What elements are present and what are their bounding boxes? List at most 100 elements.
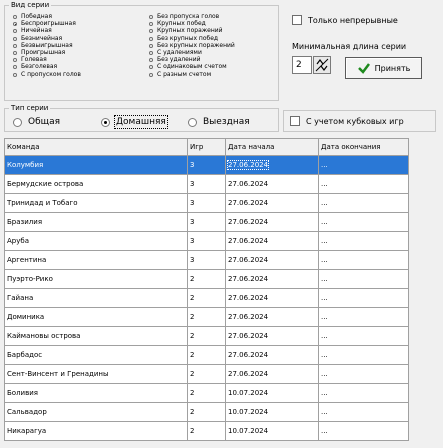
radio-button[interactable] [149, 36, 153, 41]
table-row[interactable]: Каймановы острова 2 27.06.2024... [4, 326, 409, 346]
games-cell[interactable]: 2 [187, 307, 226, 327]
start-date-cell[interactable]: 27.06.2024 [225, 231, 319, 251]
radio-button[interactable] [101, 117, 110, 127]
start-date-cell[interactable]: 27.06.2024 [225, 193, 319, 213]
series-type-option[interactable]: Домашняя [101, 115, 168, 129]
end-date-cell[interactable]: ... [318, 345, 409, 365]
table-row[interactable]: Гайана 2 27.06.2024... [4, 288, 409, 308]
radio-button[interactable] [13, 65, 17, 70]
series-kind-option[interactable]: Безвыигрышная [13, 42, 73, 49]
end-date-cell[interactable]: ... [318, 326, 409, 346]
series-kind-option[interactable]: Без удалений [149, 57, 201, 63]
games-cell[interactable]: 2 [187, 326, 226, 346]
team-cell[interactable]: Аруба [4, 231, 188, 251]
start-date-cell[interactable]: 27.06.2024 [225, 212, 319, 232]
end-date-cell[interactable]: ... [318, 364, 409, 384]
team-cell[interactable]: Доминика [4, 307, 188, 327]
start-date-cell[interactable]: 27.06.2024 [225, 288, 319, 308]
games-cell[interactable]: 2 [187, 383, 226, 403]
only-continuous-box[interactable] [292, 15, 302, 25]
end-date-cell[interactable]: ... [318, 193, 409, 213]
games-cell[interactable]: 2 [187, 269, 226, 289]
radio-button[interactable] [188, 117, 197, 127]
radio-button[interactable] [149, 65, 153, 70]
table-row[interactable]: Колумбия 3 27.06.2024... [4, 155, 409, 175]
team-cell[interactable]: Барбадос [4, 345, 188, 365]
column-header-end-date[interactable]: Дата окончания [318, 138, 409, 156]
end-date-cell[interactable]: ... [318, 402, 409, 422]
series-kind-option[interactable]: С пропуском голов [13, 71, 81, 78]
table-row[interactable]: Сальвадор 2 10.07.2024... [4, 402, 409, 422]
team-cell[interactable]: Сент-Винсент и Гренадины [4, 364, 188, 384]
games-cell[interactable]: 2 [187, 421, 226, 441]
table-row[interactable]: Барбадос 2 27.06.2024... [4, 345, 409, 365]
team-cell[interactable]: Тринидад и Тобаго [4, 193, 188, 213]
games-cell[interactable]: 2 [187, 402, 226, 422]
games-cell[interactable]: 2 [187, 364, 226, 384]
team-cell[interactable]: Колумбия [4, 155, 188, 175]
end-date-cell[interactable]: ... [318, 307, 409, 327]
series-kind-option[interactable]: С одинаковым счетом [149, 64, 227, 70]
only-continuous-checkbox[interactable]: Только непрерывные [292, 15, 398, 25]
table-row[interactable]: Доминика 2 27.06.2024... [4, 307, 409, 327]
series-kind-option[interactable]: С удалениями [149, 50, 202, 56]
games-cell[interactable]: 2 [187, 288, 226, 308]
start-date-cell[interactable]: 27.06.2024 [225, 174, 319, 194]
radio-button[interactable] [13, 117, 22, 127]
start-date-cell[interactable]: 27.06.2024 [225, 269, 319, 289]
radio-button[interactable] [13, 58, 17, 63]
series-kind-option[interactable]: Голевая [13, 57, 47, 63]
min-length-spin-button[interactable] [313, 56, 331, 74]
column-header-start-date[interactable]: Дата начала [225, 138, 319, 156]
table-row[interactable]: Аруба 3 27.06.2024... [4, 231, 409, 251]
end-date-cell[interactable]: ... [318, 231, 409, 251]
end-date-cell[interactable]: ... [318, 155, 409, 175]
radio-button[interactable] [149, 58, 153, 63]
cup-games-checkbox[interactable]: С учетом кубковых игр [290, 116, 404, 126]
start-date-cell[interactable]: 27.06.2024 [225, 155, 319, 175]
table-row[interactable]: Аргентина 3 27.06.2024... [4, 250, 409, 270]
column-header-team[interactable]: Команда [4, 138, 188, 156]
start-date-cell[interactable]: 27.06.2024 [225, 345, 319, 365]
games-cell[interactable]: 3 [187, 193, 226, 213]
team-cell[interactable]: Никарагуа [4, 421, 188, 441]
end-date-cell[interactable]: ... [318, 174, 409, 194]
end-date-cell[interactable]: ... [318, 212, 409, 232]
accept-button[interactable]: Принять [345, 57, 422, 79]
team-cell[interactable]: Каймановы острова [4, 326, 188, 346]
start-date-cell[interactable]: 27.06.2024 [225, 250, 319, 270]
series-kind-option[interactable]: Крупных поражений [149, 28, 223, 34]
table-row[interactable]: Сент-Винсент и Гренадины 2 27.06.2024... [4, 364, 409, 384]
team-cell[interactable]: Сальвадор [4, 402, 188, 422]
start-date-cell[interactable]: 27.06.2024 [225, 364, 319, 384]
radio-button[interactable] [13, 15, 17, 19]
radio-button[interactable] [13, 22, 17, 27]
series-kind-option[interactable]: Крупных побед [149, 21, 206, 27]
radio-button[interactable] [13, 29, 17, 34]
games-cell[interactable]: 3 [187, 250, 226, 270]
start-date-cell[interactable]: 10.07.2024 [225, 383, 319, 403]
min-length-input[interactable]: 2 [292, 56, 312, 74]
team-cell[interactable]: Гайана [4, 288, 188, 308]
table-row[interactable]: Боливия 2 10.07.2024... [4, 383, 409, 403]
radio-button[interactable] [149, 22, 153, 27]
series-kind-option[interactable]: Победная [13, 14, 52, 20]
games-cell[interactable]: 3 [187, 212, 226, 232]
end-date-cell[interactable]: ... [318, 288, 409, 308]
series-type-option[interactable]: Выездная [188, 116, 250, 128]
start-date-cell[interactable]: 10.07.2024 [225, 402, 319, 422]
radio-button[interactable] [149, 43, 153, 48]
games-cell[interactable]: 3 [187, 155, 226, 175]
end-date-cell[interactable]: ... [318, 250, 409, 270]
series-kind-option[interactable]: Без крупных побед [149, 35, 218, 42]
start-date-cell[interactable]: 27.06.2024 [225, 326, 319, 346]
radio-button[interactable] [13, 43, 17, 48]
series-kind-option[interactable]: Безголевая [13, 64, 57, 70]
end-date-cell[interactable]: ... [318, 421, 409, 441]
column-header-games[interactable]: Игр [187, 138, 226, 156]
team-cell[interactable]: Пуэрто-Рико [4, 269, 188, 289]
games-cell[interactable]: 3 [187, 231, 226, 251]
radio-button[interactable] [13, 72, 17, 77]
table-row[interactable]: Бермудские острова 3 27.06.2024... [4, 174, 409, 194]
team-cell[interactable]: Бермудские острова [4, 174, 188, 194]
